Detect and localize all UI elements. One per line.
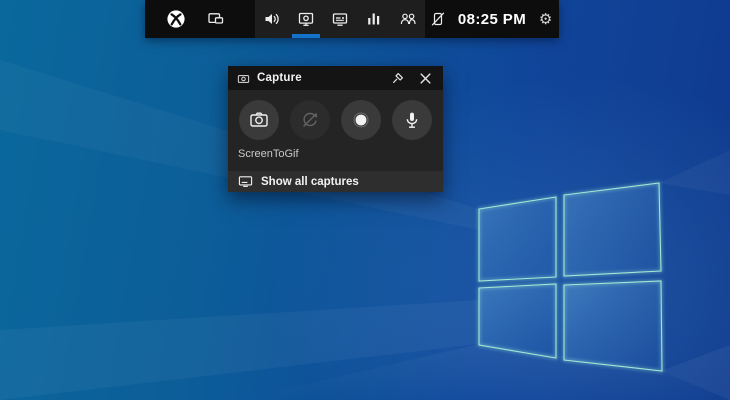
capture-panel-title: Capture bbox=[257, 72, 302, 84]
pin-button[interactable] bbox=[388, 68, 408, 88]
microphone-button[interactable] bbox=[392, 100, 432, 140]
audio-widget-button[interactable] bbox=[255, 0, 289, 38]
game-bar-widgets-section bbox=[255, 0, 425, 38]
capture-title-icon bbox=[237, 72, 250, 85]
capture-widget-button[interactable] bbox=[289, 0, 323, 38]
widget-menu-button[interactable] bbox=[198, 0, 234, 38]
windows-logo bbox=[479, 183, 662, 371]
broadcast-icon bbox=[330, 9, 350, 29]
audio-icon bbox=[262, 9, 282, 29]
start-recording-icon bbox=[350, 109, 372, 131]
looking-for-group-button[interactable] bbox=[391, 0, 425, 38]
notifications-off-icon bbox=[429, 10, 447, 28]
game-bar-home-section bbox=[145, 0, 255, 38]
notifications-off-button[interactable] bbox=[425, 0, 452, 38]
clock: 08:25 PM bbox=[455, 11, 529, 28]
widget-menu-icon bbox=[206, 9, 226, 29]
logo-pane-bottom-left bbox=[479, 284, 556, 358]
capture-titlebar[interactable]: Capture bbox=[228, 66, 443, 90]
microphone-icon bbox=[401, 109, 423, 131]
close-button[interactable] bbox=[415, 68, 435, 88]
game-bar-system-section: 08:25 PM ⚙ bbox=[425, 0, 559, 38]
show-all-captures-label: Show all captures bbox=[261, 176, 359, 188]
desktop-wallpaper bbox=[0, 0, 730, 400]
show-all-captures-icon bbox=[238, 174, 253, 189]
logo-pane-bottom-right bbox=[564, 281, 662, 371]
take-screenshot-button[interactable] bbox=[239, 100, 279, 140]
record-last-30s-button[interactable] bbox=[290, 100, 330, 140]
game-bar: 08:25 PM ⚙ bbox=[145, 0, 559, 38]
record-last-30s-icon bbox=[299, 109, 321, 131]
screenshot-camera-icon bbox=[248, 109, 270, 131]
looking-for-group-icon bbox=[398, 9, 418, 29]
settings-gear-icon: ⚙ bbox=[539, 12, 552, 27]
logo-pane-top-right bbox=[564, 183, 661, 276]
show-all-captures-button[interactable]: Show all captures bbox=[228, 171, 443, 192]
capture-panel-body: ScreenToGif bbox=[228, 90, 443, 171]
performance-widget-button[interactable] bbox=[357, 0, 391, 38]
close-icon bbox=[419, 72, 432, 85]
capture-widget-panel: Capture bbox=[228, 66, 443, 192]
capture-source-app: ScreenToGif bbox=[238, 148, 443, 160]
settings-button[interactable]: ⚙ bbox=[532, 0, 559, 38]
logo-pane-top-left bbox=[479, 197, 556, 281]
capture-icon bbox=[296, 9, 316, 29]
xbox-home-button[interactable] bbox=[158, 0, 194, 38]
capture-button-row bbox=[228, 100, 443, 140]
windows-logo-artwork bbox=[0, 0, 730, 400]
broadcast-widget-button[interactable] bbox=[323, 0, 357, 38]
performance-icon bbox=[364, 9, 384, 29]
active-widget-indicator bbox=[292, 34, 320, 38]
screen: 08:25 PM ⚙ Capture bbox=[0, 0, 730, 400]
xbox-logo-icon bbox=[166, 9, 186, 29]
start-recording-button[interactable] bbox=[341, 100, 381, 140]
pin-icon bbox=[391, 71, 405, 85]
